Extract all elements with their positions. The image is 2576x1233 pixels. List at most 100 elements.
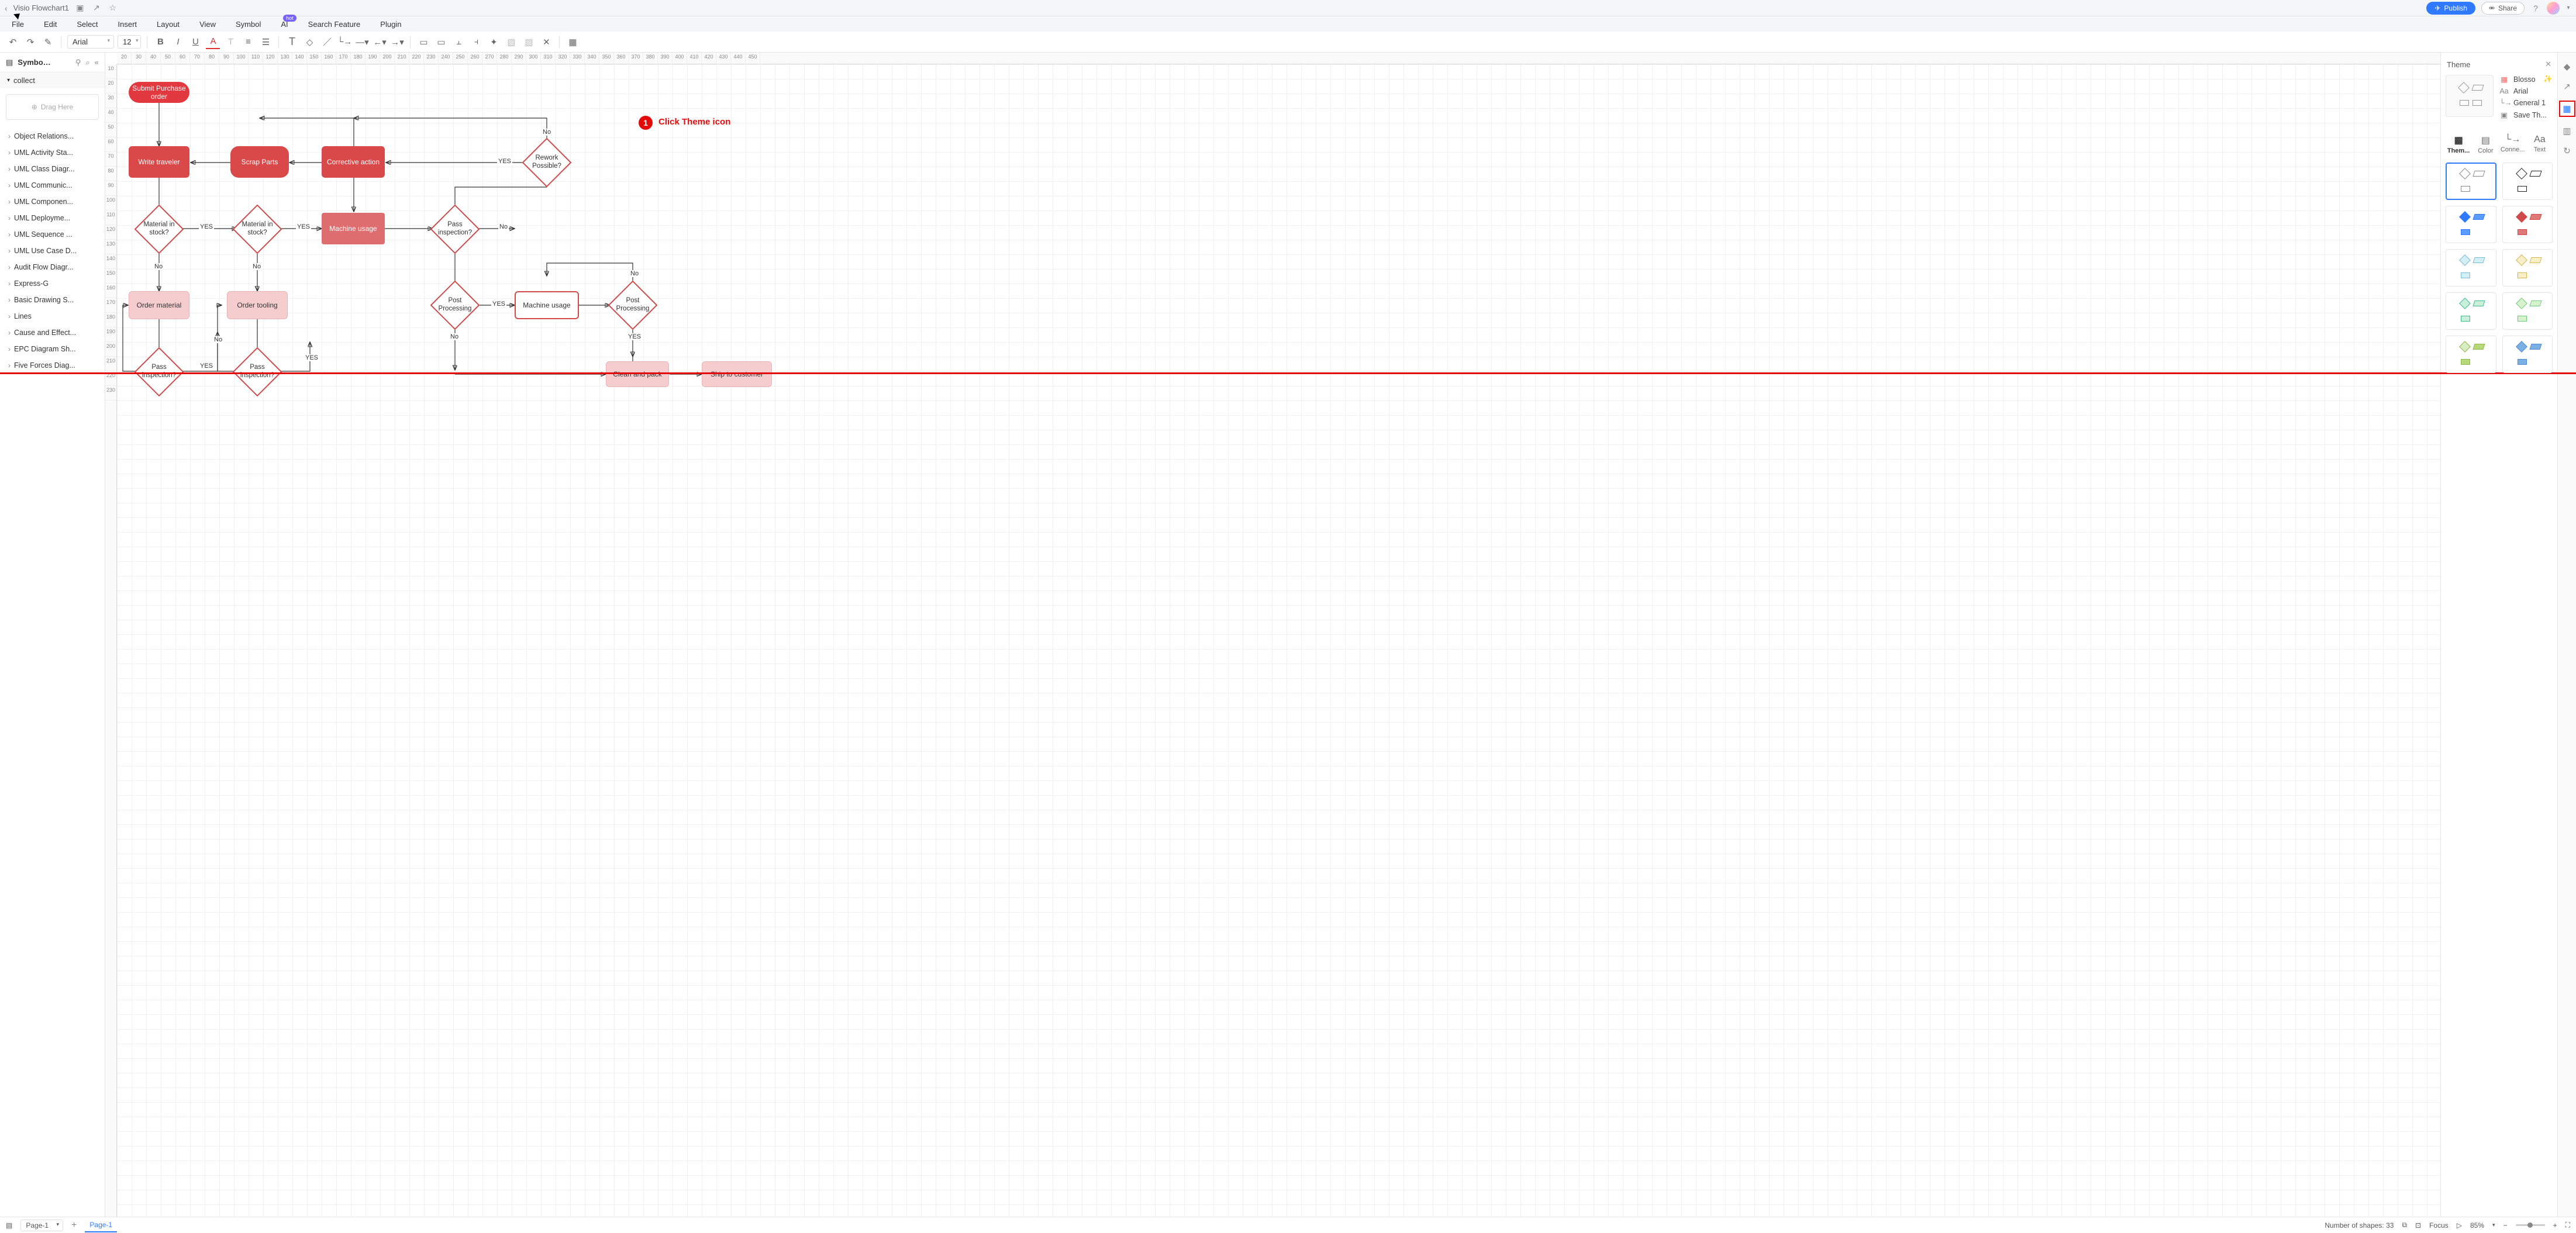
- node-machine-usage-2[interactable]: Machine usage: [515, 291, 579, 319]
- history-icon[interactable]: ↻: [2561, 145, 2573, 157]
- category-item[interactable]: Audit Flow Diagr...: [0, 259, 105, 275]
- fullscreen-icon[interactable]: ⛶: [2565, 1221, 2570, 1229]
- theme-icon[interactable]: ▦: [2559, 101, 2575, 117]
- save-icon[interactable]: ▣: [75, 3, 85, 13]
- category-item[interactable]: UML Sequence ...: [0, 226, 105, 243]
- category-item[interactable]: Five Forces Diag...: [0, 357, 105, 374]
- theme-thumb-6[interactable]: [2502, 249, 2553, 286]
- category-item[interactable]: UML Componen...: [0, 194, 105, 210]
- avatar-dropdown-icon[interactable]: ▾: [2565, 5, 2571, 11]
- italic-button[interactable]: I: [171, 35, 185, 49]
- outline-icon[interactable]: ▤: [6, 1221, 12, 1229]
- theme-thumb-9[interactable]: [2446, 336, 2496, 373]
- zoom-slider[interactable]: [2516, 1224, 2545, 1226]
- back-arrow[interactable]: ‹: [5, 4, 8, 13]
- collect-dropdown[interactable]: ▾ collect: [0, 72, 105, 88]
- tools-button[interactable]: ✕: [539, 35, 553, 49]
- format-painter-button[interactable]: ✎: [41, 35, 55, 49]
- shape-fill-button[interactable]: ◇: [302, 35, 316, 49]
- connector-button[interactable]: └→: [337, 35, 351, 49]
- node-post-processing-1[interactable]: Post Processing: [437, 288, 473, 323]
- unlock-button[interactable]: ▨: [522, 35, 536, 49]
- category-item[interactable]: Express-G: [0, 275, 105, 292]
- distribute-button[interactable]: ⫞: [469, 35, 483, 49]
- fill-icon[interactable]: ◆: [2561, 61, 2573, 72]
- menu-layout[interactable]: Layout: [157, 20, 180, 29]
- theme-thumb-2[interactable]: [2502, 163, 2553, 200]
- node-write-traveler[interactable]: Write traveler: [129, 146, 189, 178]
- node-rework-possible[interactable]: Rework Possible?: [529, 145, 564, 180]
- menu-symbol[interactable]: Symbol: [236, 20, 261, 29]
- add-page-button[interactable]: +: [71, 1220, 77, 1231]
- theme-thumb-10[interactable]: [2502, 336, 2553, 373]
- save-theme-button[interactable]: ▣ Save Th...: [2499, 110, 2553, 119]
- export-icon[interactable]: ↗: [91, 3, 102, 13]
- category-item[interactable]: UML Activity Sta...: [0, 144, 105, 161]
- arrow-start-button[interactable]: ←▾: [373, 35, 387, 49]
- layers-icon[interactable]: ⧉: [2402, 1221, 2407, 1229]
- text-tool-button[interactable]: T: [285, 35, 299, 49]
- zoom-out-button[interactable]: −: [2503, 1221, 2508, 1229]
- category-item[interactable]: EPC Diagram Sh...: [0, 341, 105, 357]
- menu-view[interactable]: View: [199, 20, 216, 29]
- theme-thumb-5[interactable]: [2446, 249, 2496, 286]
- effects-button[interactable]: ✦: [487, 35, 501, 49]
- theme-connector-button[interactable]: └→ General 1: [2499, 99, 2553, 107]
- menu-file[interactable]: File: [12, 20, 24, 29]
- zoom-in-button[interactable]: +: [2553, 1221, 2557, 1229]
- theme-thumb-4[interactable]: [2502, 206, 2553, 243]
- text-size-button[interactable]: T: [223, 35, 237, 49]
- node-clean-and-pack[interactable]: Clean and pack: [606, 361, 669, 387]
- arrow-end-button[interactable]: →▾: [390, 35, 404, 49]
- line-color-button[interactable]: ／: [320, 35, 334, 49]
- node-pass-inspection-1[interactable]: Pass inspection?: [437, 212, 473, 247]
- theme-thumb-8[interactable]: [2502, 292, 2553, 330]
- theme-font-button[interactable]: Aa Arial: [2499, 87, 2553, 95]
- category-item[interactable]: Basic Drawing S...: [0, 292, 105, 308]
- category-item[interactable]: UML Class Diagr...: [0, 161, 105, 177]
- node-post-processing-2[interactable]: Post Processing: [615, 288, 650, 323]
- node-ship-to-customer[interactable]: Ship to customer: [702, 361, 772, 387]
- user-avatar[interactable]: [2547, 2, 2560, 15]
- node-order-tooling[interactable]: Order tooling: [227, 291, 288, 319]
- lock-button[interactable]: ▧: [504, 35, 518, 49]
- page-tab[interactable]: Page-1: [85, 1218, 117, 1232]
- share-button[interactable]: ⚮ Share: [2481, 2, 2525, 15]
- align-shapes-button[interactable]: ⫠: [451, 35, 465, 49]
- font-color-button[interactable]: A: [206, 35, 220, 49]
- close-icon[interactable]: ✕: [2545, 60, 2551, 69]
- menu-ai[interactable]: AI hot: [281, 20, 288, 29]
- node-order-material[interactable]: Order material: [129, 291, 189, 319]
- category-item[interactable]: Lines: [0, 308, 105, 324]
- theme-thumb-3[interactable]: [2446, 206, 2496, 243]
- layout-2-button[interactable]: ▭: [434, 35, 448, 49]
- menu-select[interactable]: Select: [77, 20, 98, 29]
- redo-button[interactable]: ↷: [23, 35, 37, 49]
- font-select[interactable]: Arial: [67, 35, 114, 49]
- help-icon[interactable]: ?: [2530, 4, 2541, 13]
- play-icon[interactable]: ▷: [2457, 1221, 2462, 1229]
- layout-1-button[interactable]: ▭: [416, 35, 430, 49]
- collapse-icon[interactable]: «: [95, 58, 99, 67]
- underline-button[interactable]: U: [188, 35, 202, 49]
- menu-plugin[interactable]: Plugin: [380, 20, 401, 29]
- category-item[interactable]: Object Relations...: [0, 128, 105, 144]
- star-icon[interactable]: ☆: [108, 3, 118, 13]
- list-button[interactable]: ☰: [258, 35, 273, 49]
- line-style-button[interactable]: —▾: [355, 35, 369, 49]
- align-button[interactable]: ≡: [241, 35, 255, 49]
- theme-tab-theme[interactable]: ▦ Them...: [2446, 132, 2471, 157]
- pin-icon[interactable]: ⚲: [75, 58, 81, 67]
- node-material-stock-2[interactable]: Material in stock?: [240, 212, 275, 247]
- zoom-dropdown-icon[interactable]: ▾: [2492, 1222, 2495, 1228]
- node-scrap-parts[interactable]: Scrap Parts: [230, 146, 289, 178]
- export-panel-icon[interactable]: ↗: [2561, 81, 2573, 92]
- canvas[interactable]: Submit Purchase order Write traveler Scr…: [117, 64, 2440, 1217]
- node-pass-inspection-2[interactable]: Pass inspection?: [142, 354, 177, 389]
- undo-button[interactable]: ↶: [6, 35, 20, 49]
- category-item[interactable]: UML Deployme...: [0, 210, 105, 226]
- canvas-area[interactable]: 2030405060708090100110120130140150160170…: [105, 53, 2440, 1217]
- focus-icon[interactable]: ⊡: [2415, 1221, 2421, 1229]
- properties-icon[interactable]: ▥: [2561, 125, 2573, 137]
- node-corrective-action[interactable]: Corrective action: [322, 146, 385, 178]
